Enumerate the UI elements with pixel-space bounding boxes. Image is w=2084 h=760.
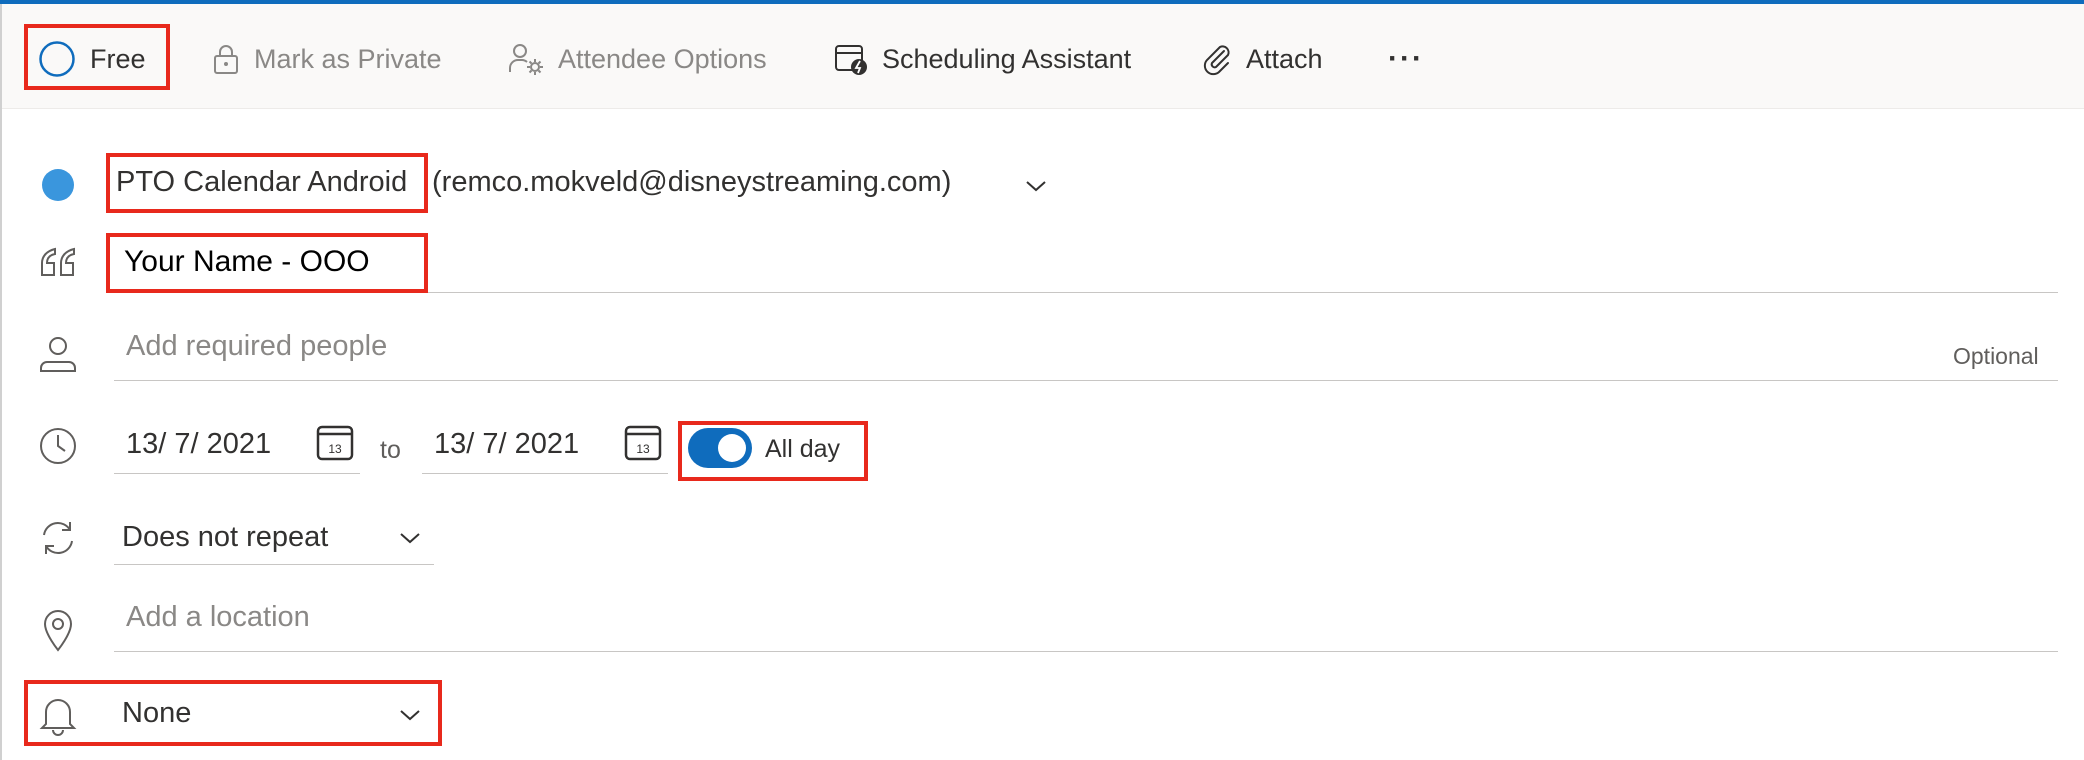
scheduling-assistant-icon — [835, 45, 867, 75]
event-title-input[interactable]: Your Name - OOO — [124, 245, 370, 279]
window-left-border — [0, 4, 2, 760]
attach-label: Attach — [1246, 43, 1323, 74]
mark-as-private-button[interactable]: Mark as Private — [212, 32, 442, 86]
scheduling-assistant-label: Scheduling Assistant — [882, 43, 1132, 74]
calendar-color-dot — [38, 165, 78, 205]
bell-icon — [38, 694, 78, 736]
lock-icon — [214, 45, 238, 74]
end-date-input[interactable]: 13/ 7/ 2021 — [434, 428, 579, 461]
optional-people-link[interactable]: Optional — [1953, 343, 2039, 370]
reminder-dropdown[interactable]: None — [122, 697, 191, 730]
more-options-button[interactable]: ··· — [1388, 32, 1424, 86]
start-date-input[interactable]: 13/ 7/ 2021 — [126, 428, 271, 461]
scheduling-assistant-button[interactable]: Scheduling Assistant — [834, 32, 1131, 86]
show-as-free-button[interactable]: Free — [38, 32, 146, 86]
all-day-toggle[interactable] — [688, 428, 752, 468]
people-underline — [114, 380, 2058, 381]
start-date-calendar-icon[interactable]: 13 — [316, 422, 354, 462]
repeat-underline — [114, 564, 434, 565]
start-calendar-day-text: 13 — [328, 442, 342, 456]
location-underline — [114, 651, 2058, 652]
calendar-name[interactable]: PTO Calendar Android — [116, 166, 407, 199]
location-pin-icon — [38, 610, 78, 652]
repeat-icon — [38, 518, 78, 558]
all-day-toggle-knob — [718, 434, 746, 462]
end-calendar-day-text: 13 — [636, 442, 650, 456]
repeat-chevron-down-icon[interactable] — [398, 528, 422, 548]
end-date-underline — [422, 473, 668, 474]
title-underline — [114, 292, 2058, 293]
attach-button[interactable]: Attach — [1202, 32, 1323, 86]
more-options-icon: ··· — [1388, 42, 1424, 75]
start-date-underline — [114, 473, 360, 474]
calendar-chevron-down-icon[interactable] — [1024, 176, 1048, 196]
clock-icon — [38, 426, 78, 466]
date-to-label: to — [380, 436, 401, 464]
person-icon — [38, 334, 78, 374]
free-status-icon — [39, 41, 75, 77]
location-input[interactable]: Add a location — [126, 601, 310, 634]
paperclip-icon — [1203, 45, 1230, 76]
people-settings-icon — [509, 44, 543, 75]
calendar-account[interactable]: (remco.mokveld@disneystreaming.com) — [432, 166, 951, 199]
free-label: Free — [90, 43, 146, 74]
all-day-label: All day — [765, 435, 841, 463]
repeat-dropdown[interactable]: Does not repeat — [122, 521, 328, 554]
quote-icon — [38, 242, 78, 282]
attendee-options-label: Attendee Options — [558, 43, 767, 74]
required-people-input[interactable]: Add required people — [126, 330, 387, 363]
toolbar: Free Mark as Private Attendee Options Sc… — [2, 4, 2084, 109]
attendee-options-button[interactable]: Attendee Options — [508, 32, 767, 86]
end-date-calendar-icon[interactable]: 13 — [624, 422, 662, 462]
mark-as-private-label: Mark as Private — [254, 43, 442, 74]
reminder-chevron-down-icon[interactable] — [398, 705, 422, 725]
highlight-reminder — [24, 680, 442, 746]
